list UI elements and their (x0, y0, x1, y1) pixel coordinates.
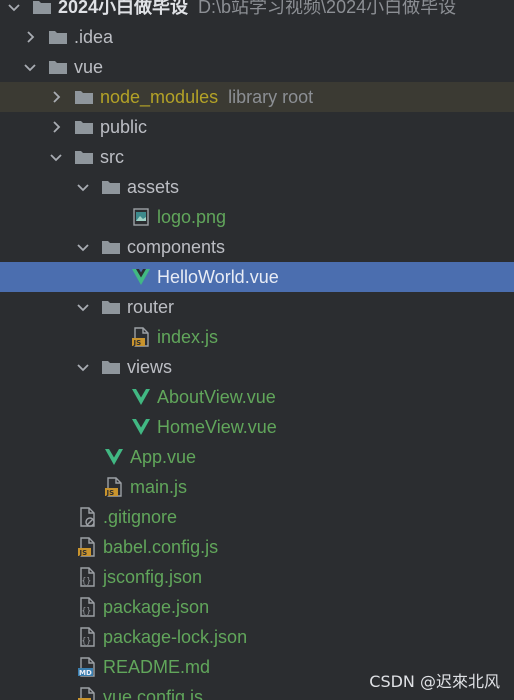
chevron-down-icon[interactable] (48, 149, 64, 165)
ignore-file-icon (77, 507, 97, 527)
chevron-down-icon[interactable] (75, 359, 91, 375)
item-label: main.js (130, 477, 188, 497)
item-label: index.js (157, 327, 219, 347)
tree-item-main[interactable]: JS main.js (0, 472, 514, 502)
library-root-hint: library root (228, 87, 314, 107)
vue-icon (131, 267, 151, 287)
chevron-down-icon[interactable] (75, 299, 91, 315)
item-label: jsconfig.json (103, 567, 203, 587)
item-label: node_modules (100, 87, 219, 107)
item-label: README.md (103, 657, 211, 677)
tree-item-homeview[interactable]: HomeView.vue (0, 412, 514, 442)
folder-icon (101, 237, 121, 257)
tree-item-vue[interactable]: vue (0, 52, 514, 82)
js-file-icon: JS (131, 327, 151, 347)
item-label: package.json (103, 597, 210, 617)
folder-icon (48, 27, 68, 47)
md-badge: MD (79, 669, 92, 677)
js-file-icon: JS (77, 537, 97, 557)
tree-item-gitignore[interactable]: .gitignore (0, 502, 514, 532)
item-label: views (127, 357, 173, 377)
tree-item-package-lock[interactable]: {} package-lock.json (0, 622, 514, 652)
svg-text:{}: {} (82, 606, 92, 615)
folder-icon (74, 117, 94, 137)
tree-item-app[interactable]: App.vue (0, 442, 514, 472)
chevron-right-icon[interactable] (22, 29, 38, 45)
tree-item-aboutview[interactable]: AboutView.vue (0, 382, 514, 412)
json-file-icon: {} (77, 627, 97, 647)
json-file-icon: {} (77, 597, 97, 617)
item-label: AboutView.vue (157, 387, 276, 407)
js-badge: JS (133, 339, 142, 347)
item-label: .gitignore (103, 507, 178, 527)
svg-text:{}: {} (82, 636, 92, 645)
item-label: public (100, 117, 148, 137)
item-label: components (127, 237, 226, 257)
image-file-icon (131, 207, 151, 227)
chevron-down-icon[interactable] (22, 59, 38, 75)
tree-item-router-index[interactable]: JS index.js (0, 322, 514, 352)
chevron-down-icon[interactable] (75, 179, 91, 195)
item-label: HelloWorld.vue (157, 267, 279, 287)
js-badge: JS (79, 549, 88, 557)
vue-icon (131, 417, 151, 437)
js-badge: JS (106, 489, 115, 497)
root-path: D:\b站学习视频\2024小白做毕设 (198, 0, 457, 17)
chevron-right-icon[interactable] (48, 119, 64, 135)
tree-item-package[interactable]: {} package.json (0, 592, 514, 622)
root-name: 2024小白做毕设 (58, 0, 189, 17)
vue-icon (131, 387, 151, 407)
tree-item-router[interactable]: router (0, 292, 514, 322)
item-label: router (127, 297, 175, 317)
folder-icon (48, 57, 68, 77)
tree-item-logo[interactable]: logo.png (0, 202, 514, 232)
tree-item-jsconfig[interactable]: {} jsconfig.json (0, 562, 514, 592)
item-label: .idea (74, 27, 114, 47)
folder-icon (101, 177, 121, 197)
markdown-file-icon: MD (77, 657, 97, 677)
tree-item-public[interactable]: public (0, 112, 514, 142)
item-label: logo.png (157, 207, 227, 227)
item-label: App.vue (130, 447, 197, 467)
item-label: vue.config.js (103, 687, 204, 700)
project-tree: 2024小白做毕设 D:\b站学习视频\2024小白做毕设 .idea vue … (0, 0, 514, 700)
folder-icon (101, 297, 121, 317)
watermark: CSDN @迟來北风 (369, 672, 500, 691)
tree-item-components[interactable]: components (0, 232, 514, 262)
chevron-down-icon[interactable] (6, 0, 22, 15)
folder-icon (101, 357, 121, 377)
folder-icon (74, 87, 94, 107)
folder-icon (32, 0, 52, 17)
item-label: HomeView.vue (157, 417, 277, 437)
js-file-icon: JS (104, 477, 124, 497)
tree-item-idea[interactable]: .idea (0, 22, 514, 52)
chevron-right-icon[interactable] (48, 89, 64, 105)
tree-item-assets[interactable]: assets (0, 172, 514, 202)
folder-icon (74, 147, 94, 167)
item-label: assets (127, 177, 180, 197)
tree-item-babel-config[interactable]: JS babel.config.js (0, 532, 514, 562)
item-label: src (100, 147, 124, 167)
tree-item-helloworld[interactable]: HelloWorld.vue (0, 262, 514, 292)
tree-item-node-modules[interactable]: node_modules library root (0, 82, 514, 112)
vue-icon (104, 447, 124, 467)
json-file-icon: {} (77, 567, 97, 587)
item-label: vue (74, 57, 104, 77)
tree-item-src[interactable]: src (0, 142, 514, 172)
item-label: package-lock.json (103, 627, 248, 647)
tree-item-views[interactable]: views (0, 352, 514, 382)
svg-text:{}: {} (82, 576, 92, 585)
tree-root[interactable]: 2024小白做毕设 D:\b站学习视频\2024小白做毕设 (0, 0, 514, 22)
item-label: babel.config.js (103, 537, 219, 557)
chevron-down-icon[interactable] (75, 239, 91, 255)
js-file-icon: JS (77, 687, 97, 700)
